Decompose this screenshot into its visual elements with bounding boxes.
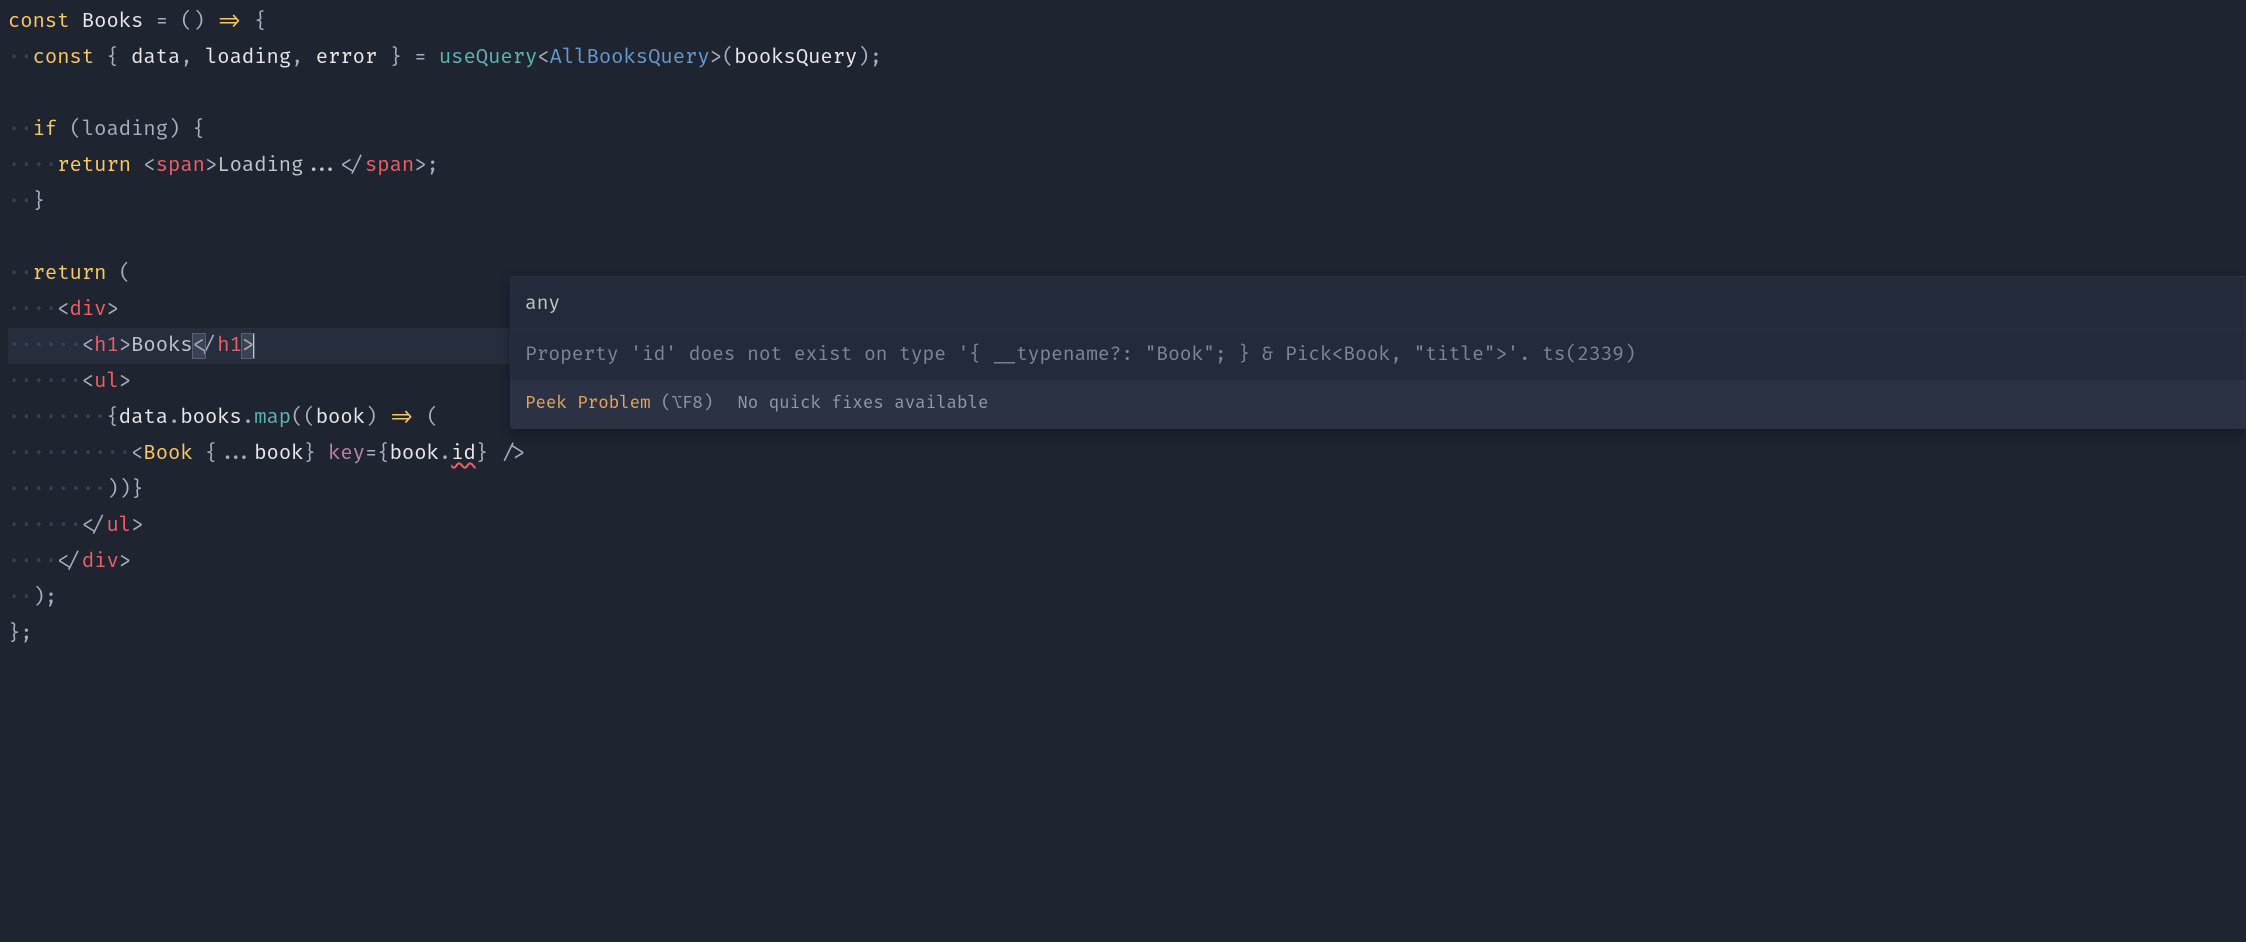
code-line[interactable]: ····</div>: [8, 544, 2238, 580]
code-line[interactable]: ··);: [8, 580, 2238, 616]
jsx-tag: h1: [94, 334, 119, 358]
code-line[interactable]: ··const { data, loading, error } = useQu…: [8, 40, 2238, 76]
code-line-empty[interactable]: [8, 76, 2238, 112]
text-cursor: [253, 334, 255, 358]
keyword-return: return: [57, 154, 131, 178]
jsx-tag: div: [70, 298, 107, 322]
type-name: AllBooksQuery: [550, 46, 710, 70]
peek-problem-link[interactable]: Peek Problem (⌥F8): [525, 386, 713, 422]
function-call: useQuery: [439, 46, 537, 70]
jsx-component: Book: [143, 442, 192, 466]
keyword-if: if: [33, 118, 58, 142]
hover-actions: Peek Problem (⌥F8) No quick fixes availa…: [511, 380, 2245, 428]
hover-type: any: [511, 277, 2245, 330]
jsx-tag: span: [156, 154, 205, 178]
code-line[interactable]: ········))}: [8, 472, 2238, 508]
error-token[interactable]: id: [451, 442, 476, 466]
code-line[interactable]: };: [8, 616, 2238, 652]
keyword-return: return: [33, 262, 107, 286]
code-line[interactable]: ······</ul>: [8, 508, 2238, 544]
code-line[interactable]: ··········<Book {...book} key={book.id} …: [8, 436, 2238, 472]
identifier: Books: [82, 10, 144, 34]
code-line[interactable]: ····return <span>Loading...</span>;: [8, 148, 2238, 184]
keyword-const: const: [33, 46, 95, 70]
hover-tooltip: any Property 'id' does not exist on type…: [510, 276, 2246, 429]
code-line-empty[interactable]: [8, 220, 2238, 256]
code-line[interactable]: ··}: [8, 184, 2238, 220]
no-quick-fix-label: No quick fixes available: [737, 386, 988, 422]
jsx-tag: ul: [94, 370, 119, 394]
jsx-attr: key: [328, 442, 365, 466]
matching-bracket: <: [193, 334, 205, 358]
code-line[interactable]: ··if (loading) {: [8, 112, 2238, 148]
hover-error-message: Property 'id' does not exist on type '{ …: [511, 330, 2245, 380]
keyword-const: const: [8, 10, 70, 34]
code-line[interactable]: const Books = () => {: [8, 4, 2238, 40]
